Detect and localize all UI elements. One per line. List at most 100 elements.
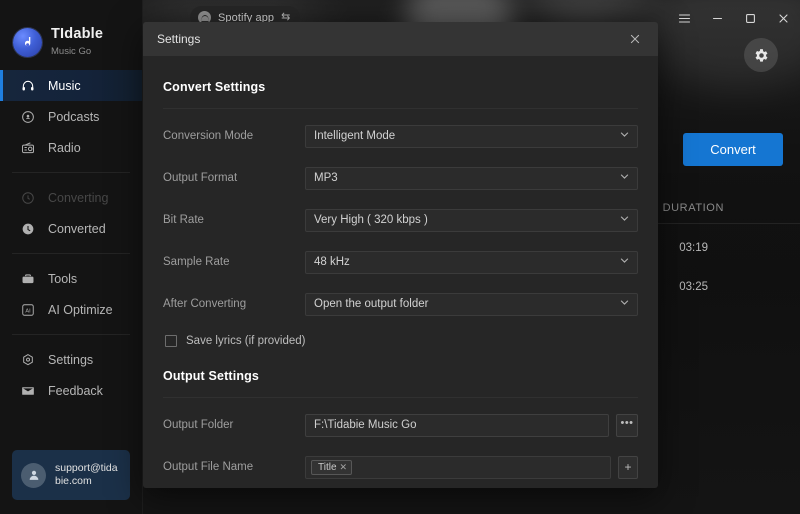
account-email: support@tidabie.com bbox=[55, 461, 118, 487]
file-name-tag-label: Title bbox=[318, 461, 337, 473]
chevron-down-icon bbox=[619, 255, 630, 269]
gear-icon[interactable] bbox=[744, 38, 778, 72]
sidebar-item-label: Radio bbox=[48, 140, 81, 155]
select-value: Open the output folder bbox=[314, 298, 429, 310]
clock-icon bbox=[20, 222, 36, 236]
sidebar-item-converted[interactable]: Converted bbox=[0, 213, 142, 244]
sidebar-item-label: Converting bbox=[48, 190, 109, 205]
field-after-converting: After Converting Open the output folder bbox=[163, 289, 638, 319]
close-icon[interactable] bbox=[767, 1, 800, 35]
maximize-icon[interactable] bbox=[734, 1, 767, 35]
column-header-duration: DURATION bbox=[662, 202, 724, 214]
convert-button[interactable]: Convert bbox=[683, 133, 783, 166]
add-file-name-tag-button[interactable]: + bbox=[618, 455, 638, 479]
headphones-icon bbox=[20, 79, 36, 93]
save-lyrics-checkbox-row[interactable]: Save lyrics (if provided) bbox=[163, 335, 638, 347]
conversion-mode-select[interactable]: Intelligent Mode bbox=[305, 124, 638, 148]
field-output-folder: Output Folder F:\Tidabie Music Go ••• bbox=[163, 410, 638, 440]
settings-dialog: Settings Convert Settings Conversion Mod… bbox=[143, 22, 658, 488]
sidebar-item-label: Converted bbox=[48, 221, 106, 236]
sidebar-item-label: Settings bbox=[48, 352, 94, 367]
sidebar-item-label: Tools bbox=[48, 271, 78, 286]
select-value: MP3 bbox=[314, 172, 338, 184]
field-label: Bit Rate bbox=[163, 214, 204, 226]
dialog-body: Convert Settings Conversion Mode Intelli… bbox=[143, 56, 658, 488]
chevron-down-icon bbox=[619, 213, 630, 227]
toolbox-icon bbox=[20, 272, 36, 286]
mail-icon bbox=[20, 384, 36, 398]
select-value: Intelligent Mode bbox=[314, 130, 396, 142]
svg-text:AI: AI bbox=[25, 308, 31, 314]
save-lyrics-label: Save lyrics (if provided) bbox=[186, 335, 306, 347]
sidebar-item-settings[interactable]: Settings bbox=[0, 344, 142, 375]
sidebar-divider bbox=[12, 253, 130, 254]
sample-rate-select[interactable]: 48 kHz bbox=[305, 250, 638, 274]
after-converting-select[interactable]: Open the output folder bbox=[305, 292, 638, 316]
field-conversion-mode: Conversion Mode Intelligent Mode bbox=[163, 121, 638, 151]
podcast-icon bbox=[20, 110, 36, 124]
sidebar-item-music[interactable]: Music bbox=[0, 70, 142, 101]
user-avatar-icon bbox=[21, 462, 46, 488]
chevron-down-icon bbox=[619, 171, 630, 185]
brand-text: TIdable Music Go bbox=[51, 26, 104, 57]
sidebar-item-label: AI Optimize bbox=[48, 302, 113, 317]
sidebar-item-converting[interactable]: Converting bbox=[0, 182, 142, 213]
select-value: Very High ( 320 kbps ) bbox=[314, 214, 428, 226]
ai-icon: AI bbox=[20, 303, 36, 317]
output-file-name-input[interactable]: Title ✕ bbox=[305, 455, 611, 479]
account-card[interactable]: support@tidabie.com bbox=[12, 450, 130, 500]
brand-title: TIdable bbox=[51, 26, 104, 43]
dialog-titlebar: Settings bbox=[143, 22, 658, 56]
dialog-title: Settings bbox=[157, 32, 201, 46]
output-folder-input[interactable]: F:\Tidabie Music Go bbox=[305, 413, 609, 437]
field-label: Conversion Mode bbox=[163, 130, 254, 142]
sidebar-item-feedback[interactable]: Feedback bbox=[0, 375, 142, 406]
section-heading-output: Output Settings bbox=[163, 369, 259, 383]
radio-icon bbox=[20, 141, 36, 155]
sidebar-divider bbox=[12, 172, 130, 173]
field-output-file-name: Output File Name Title ✕ + bbox=[163, 452, 638, 482]
section-divider bbox=[163, 108, 638, 109]
field-sample-rate: Sample Rate 48 kHz bbox=[163, 247, 638, 277]
sidebar-item-radio[interactable]: Radio bbox=[0, 132, 142, 163]
sidebar: TIdable Music Go Music Podcasts Radio Co… bbox=[0, 0, 143, 514]
section-divider bbox=[163, 397, 638, 398]
output-folder-value: F:\Tidabie Music Go bbox=[314, 419, 417, 431]
sidebar-item-podcasts[interactable]: Podcasts bbox=[0, 101, 142, 132]
sidebar-item-label: Podcasts bbox=[48, 109, 100, 124]
chevron-down-icon bbox=[619, 129, 630, 143]
save-lyrics-checkbox[interactable] bbox=[165, 335, 177, 347]
brand-subtitle: Music Go bbox=[51, 45, 92, 57]
track-duration: 03:19 bbox=[679, 242, 708, 254]
window-controls bbox=[668, 0, 800, 36]
minimize-icon[interactable] bbox=[701, 1, 734, 35]
remove-tag-icon[interactable]: ✕ bbox=[340, 462, 348, 473]
brand: TIdable Music Go bbox=[0, 0, 142, 70]
sidebar-item-label: Feedback bbox=[48, 383, 103, 398]
field-label: Output File Name bbox=[163, 461, 254, 473]
output-format-select[interactable]: MP3 bbox=[305, 166, 638, 190]
field-label: Sample Rate bbox=[163, 256, 230, 268]
bit-rate-select[interactable]: Very High ( 320 kbps ) bbox=[305, 208, 638, 232]
field-output-format: Output Format MP3 bbox=[163, 163, 638, 193]
file-name-tag[interactable]: Title ✕ bbox=[311, 459, 353, 475]
sidebar-item-ai-optimize[interactable]: AI AI Optimize bbox=[0, 294, 142, 325]
field-label: Output Folder bbox=[163, 419, 234, 431]
field-label: After Converting bbox=[163, 298, 247, 310]
browse-folder-button[interactable]: ••• bbox=[616, 413, 638, 437]
chevron-down-icon bbox=[619, 297, 630, 311]
close-icon[interactable] bbox=[624, 28, 646, 50]
menu-icon[interactable] bbox=[668, 1, 701, 35]
converting-icon bbox=[20, 191, 36, 205]
field-bit-rate: Bit Rate Very High ( 320 kbps ) bbox=[163, 205, 638, 235]
field-label: Output Format bbox=[163, 172, 238, 184]
sidebar-item-tools[interactable]: Tools bbox=[0, 263, 142, 294]
gear-icon bbox=[20, 353, 36, 367]
app-window: DURATION 03:19 03:25 Spotify app ⇆ Conve… bbox=[0, 0, 800, 514]
sidebar-divider bbox=[12, 334, 130, 335]
sidebar-item-label: Music bbox=[48, 78, 81, 93]
section-heading-convert: Convert Settings bbox=[163, 80, 266, 94]
select-value: 48 kHz bbox=[314, 256, 350, 268]
tidabie-logo-icon bbox=[13, 27, 42, 57]
track-duration: 03:25 bbox=[679, 281, 708, 293]
